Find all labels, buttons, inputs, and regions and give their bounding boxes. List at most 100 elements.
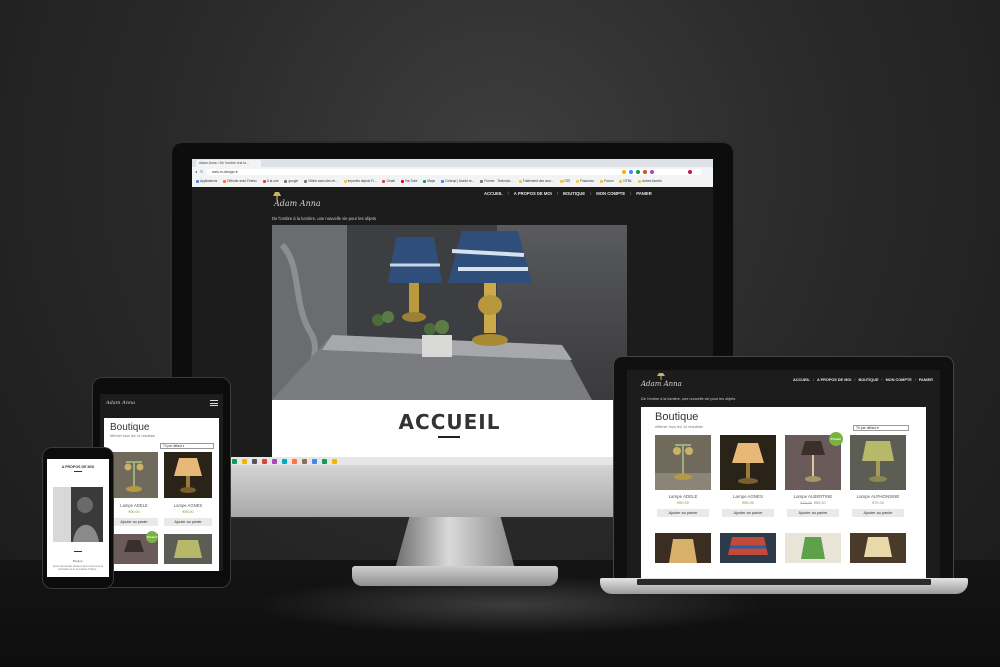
address-bar[interactable]: web-m-design.fr (206, 169, 702, 175)
portrait-photo (53, 487, 103, 542)
nav-item-boutique[interactable]: BOUTIQUE (858, 378, 878, 382)
product-price: €75,00 €65,00 (800, 501, 826, 505)
bookmark-item[interactable]: Codeup | Useful re... (441, 177, 474, 186)
site-tagline: De l'ombre à la lumière, une nouvelle vi… (641, 397, 736, 401)
product-image[interactable] (785, 533, 841, 563)
bookmark-item[interactable]: Gmail (382, 177, 395, 186)
product-card[interactable]: Promo! Lampe ALBERTINE €75,00 €65,00 Ajou… (785, 432, 843, 523)
product-image[interactable] (655, 533, 711, 563)
reload-icon[interactable]: ↻ (200, 169, 203, 174)
browser-tab[interactable]: Adam Anna • De l'ombre à la lu... (196, 160, 261, 167)
bookmark-item[interactable]: Financeur (576, 177, 594, 186)
bookmark-item[interactable]: Traitement des cour... (518, 177, 554, 186)
product-name[interactable]: Lampe ADELE (110, 503, 158, 508)
product-image[interactable] (655, 435, 711, 490)
product-card[interactable] (164, 534, 212, 564)
extension-icon[interactable] (636, 170, 640, 174)
product-card[interactable]: Lampe ADELE €90,00 Ajouter au panier (110, 452, 158, 527)
product-image[interactable] (164, 452, 212, 498)
bookmark-item[interactable]: Importés depuis Fi... (343, 177, 376, 186)
product-price: €90,00 (677, 501, 689, 505)
add-to-cart-button[interactable]: Ajouter au panier (164, 518, 212, 526)
bookmark-item[interactable]: À la une (262, 177, 278, 186)
taskbar-app-icon[interactable] (332, 458, 337, 464)
add-to-cart-button[interactable]: Ajouter au panier (852, 509, 904, 517)
nav-item-accueil[interactable]: ACCUEIL (484, 191, 503, 196)
nav-item-panier[interactable]: PANIER (919, 378, 933, 382)
product-image[interactable] (720, 435, 776, 490)
taskbar-app-icon[interactable] (272, 458, 277, 464)
bookmark-item[interactable]: Vitrine avec des mi... (304, 177, 338, 186)
taskbar-app-icon[interactable] (292, 458, 297, 464)
title-underline (438, 436, 460, 438)
product-card[interactable] (850, 533, 906, 563)
back-icon[interactable]: ◂ (195, 169, 197, 174)
product-name[interactable]: Lampe AGNES (720, 494, 776, 499)
hamburger-icon[interactable] (210, 400, 218, 406)
product-card[interactable]: Lampe AGNES €95,00 Ajouter au panier (720, 435, 776, 523)
nav-item-mon-compte[interactable]: MON COMPTE (886, 378, 912, 382)
product-image[interactable] (164, 534, 212, 564)
taskbar-app-icon[interactable] (232, 458, 237, 464)
site-logo[interactable]: Adam Anna (641, 380, 682, 388)
product-image[interactable] (110, 452, 158, 498)
taskbar-app-icon[interactable] (282, 458, 287, 464)
product-card[interactable] (720, 533, 776, 563)
product-name[interactable]: Lampe AGNES (164, 503, 212, 508)
bookmark-item[interactable]: CSS (559, 177, 570, 186)
product-image[interactable] (850, 435, 906, 490)
nav-item-panier[interactable]: PANIER (636, 191, 652, 196)
taskbar-app-icon[interactable] (242, 458, 247, 464)
shop-panel: Boutique Afficher tous les 14 résultats … (641, 407, 926, 580)
taskbar-app-icon[interactable] (252, 458, 257, 464)
product-name[interactable]: Lampe ALPHONSINE (850, 494, 906, 499)
bookmark-item[interactable]: YouTube (400, 177, 417, 186)
page-title: ACCUEIL (398, 410, 501, 434)
product-price: €90,00 (128, 510, 140, 514)
extension-icon[interactable] (650, 170, 654, 174)
bookmark-item[interactable]: Applications (196, 177, 217, 186)
taskbar-app-icon[interactable] (302, 458, 307, 464)
product-card[interactable]: Promo! (110, 531, 158, 564)
extension-icon[interactable] (622, 170, 626, 174)
nav-item-mon-compte[interactable]: MON COMPTE (596, 191, 625, 196)
product-card[interactable] (655, 533, 711, 563)
nav-item-a-propos[interactable]: A PROPOS DE MOI (514, 191, 552, 196)
product-name[interactable]: Lampe ADELE (655, 494, 711, 499)
sort-select[interactable]: Tri par défaut ▾ (853, 425, 909, 431)
nav-item-accueil[interactable]: ACCUEIL (793, 378, 810, 382)
taskbar-app-icon[interactable] (262, 458, 267, 464)
sort-select[interactable]: Tri par défaut ▾ (160, 443, 214, 449)
add-to-cart-button[interactable]: Ajouter au panier (657, 509, 709, 517)
extension-icon[interactable] (629, 170, 633, 174)
site-logo[interactable]: Adam Anna (106, 400, 135, 406)
add-to-cart-button[interactable]: Ajouter au panier (110, 518, 158, 526)
add-to-cart-button[interactable]: Ajouter au panier (722, 509, 774, 517)
laptop-keyboard (637, 579, 931, 585)
taskbar-app-icon[interactable] (322, 458, 327, 464)
bookmark-item[interactable]: google (284, 177, 298, 186)
product-image[interactable] (850, 533, 906, 563)
taskbar-app-icon[interactable] (312, 458, 317, 464)
phone-screen: A PROPOS DE MOI Bonjour, Après des année… (47, 459, 109, 577)
bookmark-item[interactable]: Maps (423, 177, 435, 186)
extension-icon[interactable] (643, 170, 647, 174)
nav-item-a-propos[interactable]: A PROPOS DE MOI (817, 378, 851, 382)
shop-title: Boutique (655, 411, 699, 423)
bookmark-item[interactable]: HTML (619, 177, 632, 186)
shop-panel: Boutique Afficher tous les 14 résultats … (104, 418, 219, 571)
bookmark-item[interactable]: Autres favoris (638, 177, 662, 186)
bookmark-item[interactable]: Former - Technolo... (480, 177, 513, 186)
promo-badge: Promo! (146, 531, 158, 543)
product-image[interactable] (720, 533, 776, 563)
product-card[interactable]: Lampe ALPHONSINE €70,00 Ajouter au panie… (850, 435, 906, 523)
product-name[interactable]: Lampe ALBERTINE (785, 494, 841, 499)
nav-item-boutique[interactable]: BOUTIQUE (563, 191, 585, 196)
bookmark-item[interactable]: Débuter avec Firefox (223, 177, 257, 186)
product-card[interactable]: Lampe ADELE €90,00 Ajouter au panier (655, 435, 711, 523)
add-to-cart-button[interactable]: Ajouter au panier (787, 509, 839, 517)
product-card[interactable]: Lampe AGNES €95,00 Ajouter au panier (164, 452, 212, 527)
product-card[interactable] (785, 533, 841, 563)
profile-avatar[interactable] (688, 170, 692, 174)
bookmark-item[interactable]: Forum (600, 177, 613, 186)
